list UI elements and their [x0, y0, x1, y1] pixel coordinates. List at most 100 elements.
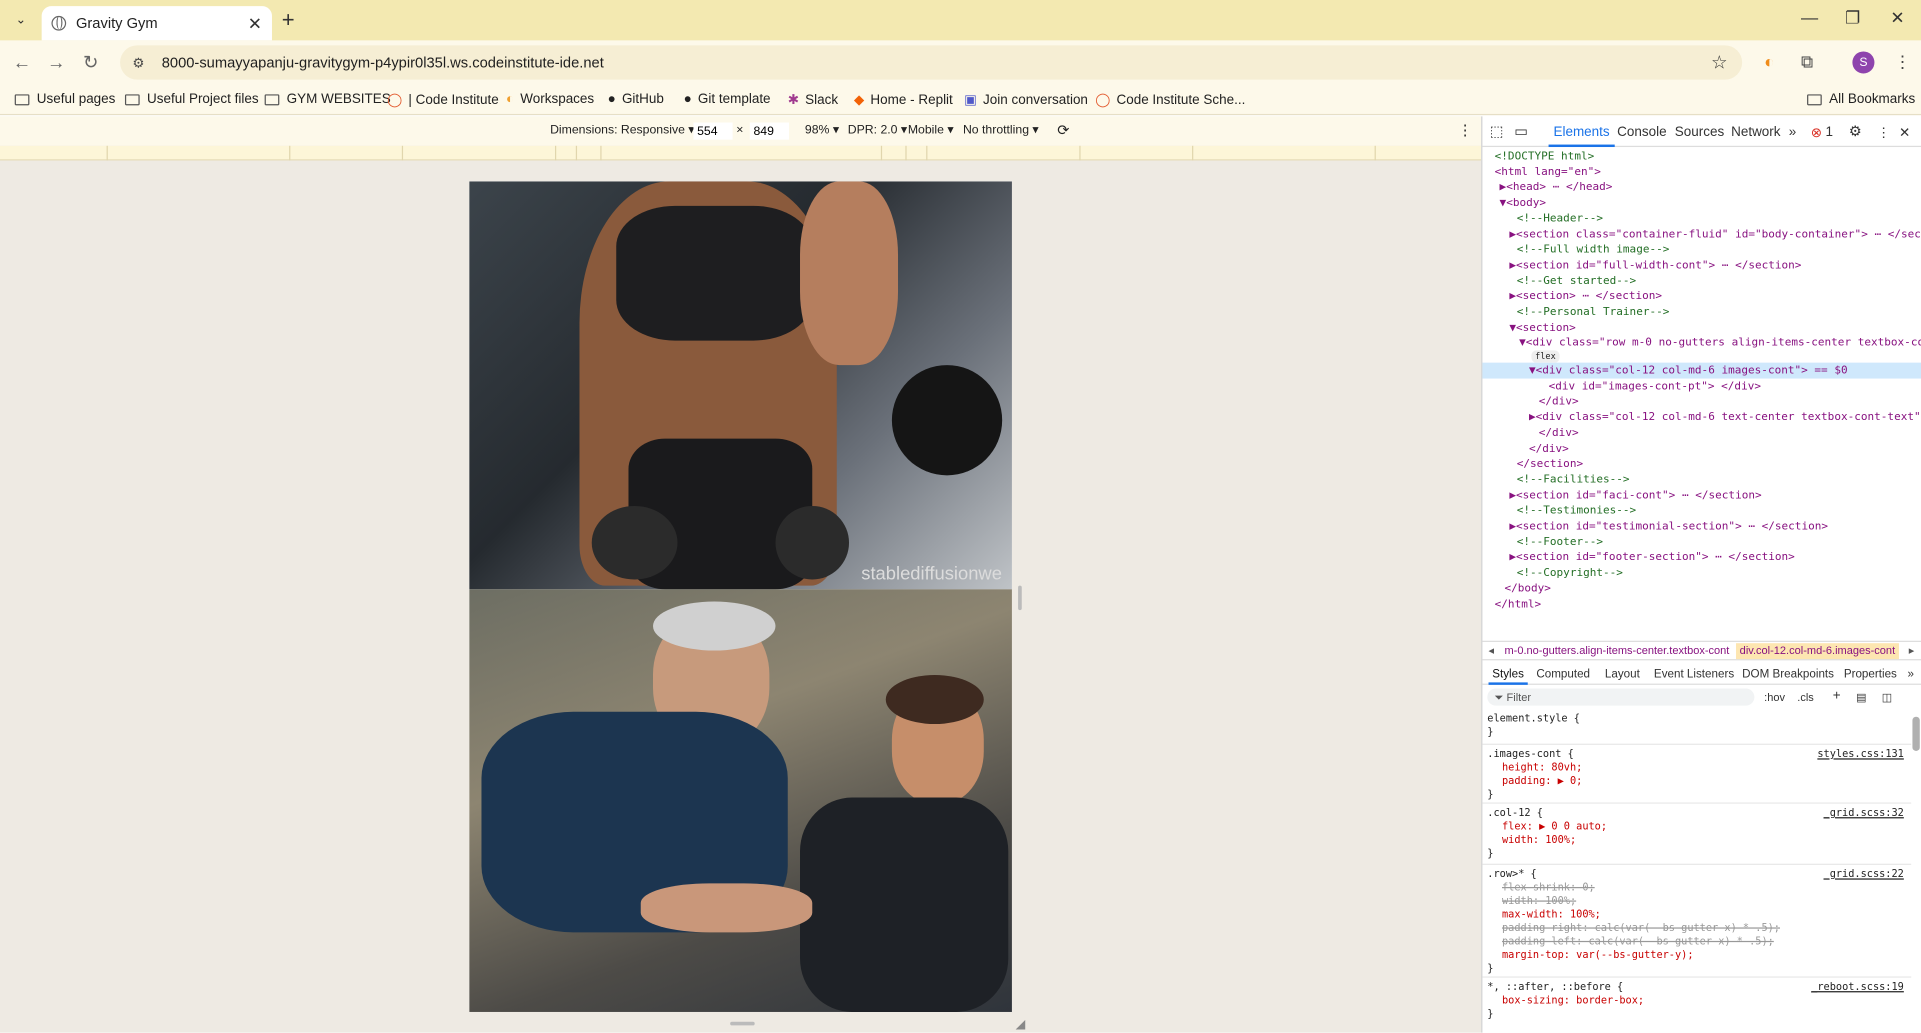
breadcrumb-item-current[interactable]: div.col-12.col-md-6.images-cont [1736, 643, 1899, 660]
dom-line[interactable]: <div id="images-cont-pt"> </div> [1549, 379, 1761, 395]
device-resize-handle-right[interactable] [1018, 585, 1022, 611]
width-input[interactable] [693, 122, 733, 140]
menu-kebab-icon[interactable]: ⋮ [1894, 51, 1911, 72]
hover-state-toggle[interactable]: :hov [1764, 691, 1785, 703]
dom-line[interactable]: ▶<section> ⋯ </section> [1509, 289, 1662, 305]
reload-icon[interactable]: ↻ [74, 51, 108, 74]
dom-line[interactable]: <!--Full width image--> [1517, 243, 1670, 259]
back-icon[interactable]: ← [5, 52, 39, 73]
device-resize-handle-corner[interactable]: ◢ [1016, 1018, 1025, 1031]
bookmark-code-institute-schedule[interactable]: ◯ Code Institute Sche... [1095, 92, 1245, 107]
rule-selector[interactable]: *, ::after, ::before { [1487, 980, 1623, 993]
dom-line[interactable]: ▶<section id="testimonial-section"> ⋯ </… [1509, 519, 1828, 535]
address-bar[interactable]: ⚙ 8000-sumayyapanju-gravitygym-p4ypir0l3… [120, 45, 1743, 80]
bookmark-useful-pages[interactable]: Useful pages [14, 92, 115, 107]
dpr-select[interactable]: DPR: 2.0 ▾ [848, 124, 907, 137]
bookmark-star-icon[interactable]: ☆ [1711, 51, 1727, 74]
device-mode-select[interactable]: Mobile ▾ [908, 124, 954, 137]
bookmark-useful-project-files[interactable]: Useful Project files [124, 92, 259, 107]
rule-source-link[interactable]: _grid.scss:22 [1824, 867, 1904, 880]
rule-selector[interactable]: .col-12 { [1487, 806, 1543, 819]
tab-sources[interactable]: Sources [1675, 125, 1724, 140]
sidebar-toggle-icon[interactable]: ◫ [1882, 691, 1892, 704]
minimize-icon[interactable]: — [1801, 7, 1818, 27]
new-tab-icon[interactable]: + [282, 7, 295, 33]
bookmark-slack[interactable]: ✱ Slack [788, 92, 838, 107]
tab-properties[interactable]: Properties [1844, 668, 1897, 681]
restore-icon[interactable]: ❐ [1845, 7, 1860, 28]
css-declaration[interactable]: width: 100%; [1502, 833, 1576, 846]
dom-line[interactable]: <!--Testimonies--> [1517, 504, 1637, 520]
rule-selector[interactable]: .images-cont { [1487, 747, 1573, 760]
dom-line[interactable]: <!--Get started--> [1517, 274, 1637, 290]
browser-tab[interactable]: Gravity Gym ✕ [41, 6, 272, 41]
css-declaration[interactable]: flex: ▶ 0 0 auto; [1502, 820, 1607, 833]
device-menu-icon[interactable]: ⋮ [1458, 121, 1473, 138]
extension-icon[interactable]: ◐ [1764, 51, 1774, 71]
media-query-ruler[interactable] [0, 145, 1482, 161]
breadcrumb-scroll-left-icon[interactable]: ◂ [1489, 644, 1495, 657]
all-bookmarks[interactable]: All Bookmarks [1807, 92, 1915, 107]
tab-computed[interactable]: Computed [1536, 668, 1590, 681]
bookmark-github[interactable]: ● GitHub [608, 92, 664, 107]
extensions-puzzle-icon[interactable]: ⧉ [1801, 51, 1813, 72]
dom-line[interactable]: ▼<body> [1500, 196, 1546, 212]
css-declaration[interactable]: height: 80vh; [1502, 761, 1582, 774]
new-rule-icon[interactable]: + [1833, 689, 1841, 704]
zoom-select[interactable]: 98% ▾ [805, 124, 839, 137]
bookmark-workspaces[interactable]: ◐ Workspaces [506, 92, 594, 107]
breadcrumb-item[interactable]: m-0.no-gutters.align-items-center.textbo… [1504, 644, 1729, 656]
css-declaration[interactable]: padding: ▶ 0; [1502, 774, 1582, 787]
scrollbar-thumb[interactable] [1912, 716, 1920, 752]
tab-search-chevron-icon[interactable]: ⌄ [7, 7, 34, 32]
breadcrumb-scroll-right-icon[interactable]: ▸ [1909, 644, 1915, 657]
css-declaration-overridden[interactable]: width: 100%; [1502, 894, 1576, 907]
site-info-icon[interactable]: ⚙ [132, 55, 147, 71]
dom-line[interactable]: </section> [1517, 457, 1583, 473]
dom-line[interactable]: ▼<div class="row m-0 no-gutters align-it… [1519, 336, 1921, 352]
tab-styles[interactable]: Styles [1488, 668, 1528, 685]
dom-line[interactable]: ▶<section id="full-width-cont"> ⋯ </sect… [1509, 258, 1801, 274]
error-count[interactable]: 1 [1825, 125, 1833, 140]
rule-source-link[interactable]: styles.css:131 [1817, 747, 1903, 760]
bookmark-git-template[interactable]: ● Git template [684, 92, 771, 107]
rule-source-link[interactable]: _grid.scss:32 [1824, 806, 1904, 819]
dom-line[interactable]: <!--Facilities--> [1517, 473, 1630, 489]
rotate-icon[interactable]: ⟳ [1057, 121, 1069, 138]
inspect-element-icon[interactable]: ⬚ [1490, 123, 1504, 140]
rule-selector[interactable]: .row>* { [1487, 867, 1536, 880]
profile-avatar[interactable]: S [1852, 51, 1875, 74]
close-devtools-icon[interactable]: ✕ [1899, 125, 1910, 141]
more-tabs-icon[interactable]: » [1789, 125, 1797, 140]
dom-line[interactable]: ▶<section id="footer-section"> ⋯ </secti… [1509, 551, 1794, 567]
dom-line[interactable]: </div> [1539, 426, 1579, 442]
styles-filter-input[interactable]: ⏷ Filter [1487, 688, 1755, 706]
tab-console[interactable]: Console [1617, 125, 1666, 140]
bookmark-join-conversation[interactable]: ▣ Join conversation [964, 92, 1088, 107]
paint-icon[interactable]: ▤ [1856, 691, 1866, 704]
dom-line[interactable]: </body> [1504, 582, 1550, 598]
dom-line[interactable]: </html> [1495, 597, 1541, 613]
dimensions-select[interactable]: Dimensions: Responsive ▾ [550, 124, 694, 137]
close-tab-icon[interactable]: ✕ [248, 13, 262, 34]
tab-dom-breakpoints[interactable]: DOM Breakpoints [1742, 668, 1834, 681]
bookmark-gym-websites[interactable]: GYM WEBSITES [264, 92, 391, 107]
bookmark-code-institute[interactable]: ◯ | Code Institute [387, 92, 499, 107]
tab-layout[interactable]: Layout [1605, 668, 1640, 681]
more-style-tabs-icon[interactable]: » [1908, 668, 1914, 681]
dom-line[interactable]: </div> [1539, 395, 1579, 411]
throttle-select[interactable]: No throttling ▾ [963, 124, 1039, 137]
styles-scrollbar[interactable] [1911, 702, 1921, 1033]
devtools-menu-icon[interactable]: ⋮ [1877, 125, 1890, 141]
tab-event-listeners[interactable]: Event Listeners [1654, 668, 1734, 681]
dom-line[interactable]: <!--Copyright--> [1517, 566, 1623, 582]
rule-selector[interactable]: element.style { [1487, 712, 1580, 725]
bookmark-replit[interactable]: ◆ Home - Replit [854, 92, 953, 107]
tab-elements[interactable]: Elements [1548, 125, 1615, 148]
dom-line[interactable]: </div> [1529, 442, 1569, 458]
close-window-icon[interactable]: ✕ [1890, 7, 1904, 28]
css-declaration-overridden[interactable]: padding-right: calc(var(--bs-gutter-x) *… [1502, 921, 1780, 934]
dom-line[interactable]: <!DOCTYPE html> [1495, 149, 1595, 165]
dom-line[interactable]: ▶<div class="col-12 col-md-6 text-center… [1529, 411, 1921, 427]
css-declaration[interactable]: box-sizing: border-box; [1502, 994, 1644, 1007]
